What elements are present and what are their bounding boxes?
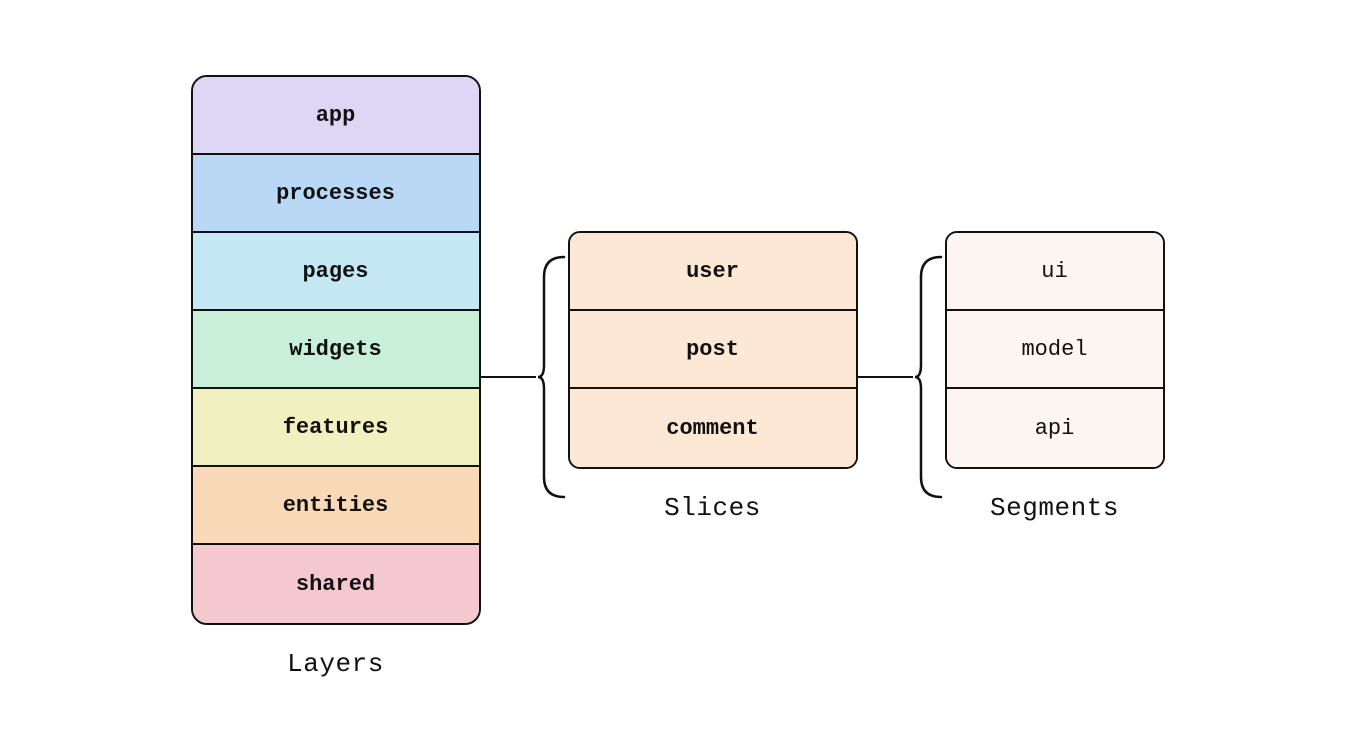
layer-features: features: [193, 389, 479, 467]
layer-widgets: widgets: [193, 311, 479, 389]
segment-model: model: [947, 311, 1163, 389]
layers-label: Layers: [287, 649, 384, 679]
slice-user: user: [570, 233, 856, 311]
architecture-diagram: app processes pages widgets features ent…: [191, 75, 1165, 679]
slice-comment: comment: [570, 389, 856, 467]
connector-slices-segments: [858, 257, 945, 497]
layer-app: app: [193, 77, 479, 155]
layer-pages: pages: [193, 233, 479, 311]
connector-layers-slices: [481, 257, 568, 497]
segments-column: ui model api Segments: [945, 231, 1165, 523]
segment-ui: ui: [947, 233, 1163, 311]
layer-processes: processes: [193, 155, 479, 233]
slices-label: Slices: [664, 493, 761, 523]
left-bracket-svg: [536, 255, 568, 499]
slice-post: post: [570, 311, 856, 389]
slices-column: user post comment Slices: [568, 231, 858, 523]
segment-api: api: [947, 389, 1163, 467]
slices-stack: user post comment: [568, 231, 858, 469]
right-bracket-svg: [913, 255, 945, 499]
layers-stack: app processes pages widgets features ent…: [191, 75, 481, 625]
segments-label: Segments: [990, 493, 1119, 523]
segments-stack: ui model api: [945, 231, 1165, 469]
h-line-1: [481, 376, 536, 379]
layer-shared: shared: [193, 545, 479, 623]
layer-entities: entities: [193, 467, 479, 545]
h-line-2: [858, 376, 913, 379]
layers-column: app processes pages widgets features ent…: [191, 75, 481, 679]
